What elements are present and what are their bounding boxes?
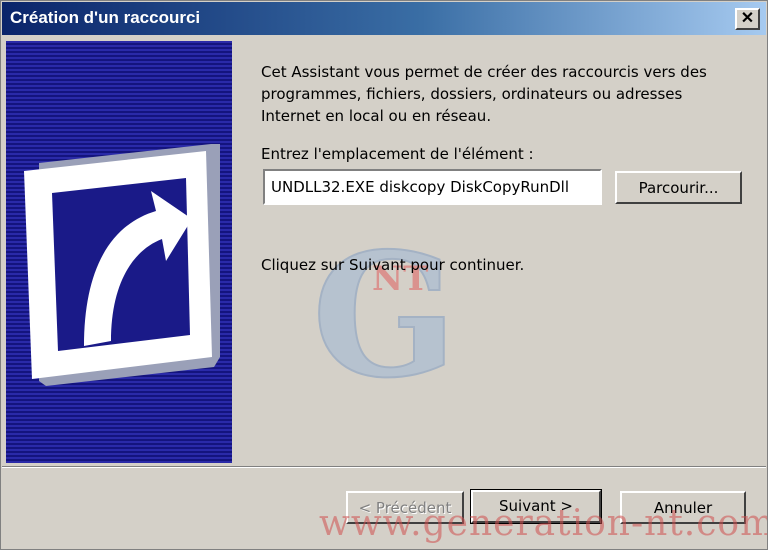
wizard-banner [6,41,232,463]
close-button[interactable]: ✕ [735,8,760,30]
window-title: Création d'un raccourci [10,8,201,27]
browse-button[interactable]: Parcourir... [615,171,742,204]
location-input[interactable] [263,169,602,205]
shortcut-arrow-icon [24,144,220,386]
location-label: Entrez l'emplacement de l'élément : [261,145,534,163]
continue-hint: Cliquez sur Suivant pour continuer. [261,256,525,274]
shortcut-wizard-dialog: Création d'un raccourci ✕ G NT Cet Assis… [0,0,768,550]
title-bar: Création d'un raccourci ✕ [2,2,766,35]
wizard-description: Cet Assistant vous permet de créer des r… [261,63,707,125]
wizard-content: G NT Cet Assistant vous permet de créer … [2,35,766,465]
site-url-watermark: www.generation-nt.com [319,503,768,544]
close-icon: ✕ [740,10,755,27]
footer-separator-highlight [2,467,766,468]
